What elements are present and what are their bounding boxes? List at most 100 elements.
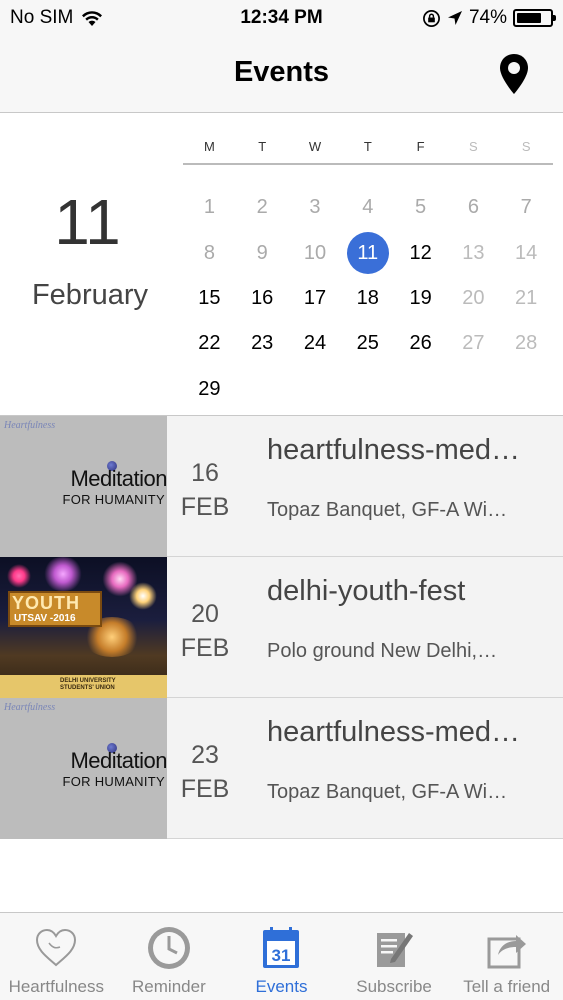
tab-heartfulness[interactable]: Heartfulness: [0, 913, 113, 1000]
weekday-label: T: [258, 139, 267, 154]
calendar-day[interactable]: 17: [289, 276, 342, 321]
calendar-day-number: 23: [251, 332, 274, 355]
event-venue: Topaz Banquet, GF-A Wi…: [267, 499, 508, 521]
calendar-day[interactable]: 14: [500, 230, 553, 275]
calendar-day[interactable]: 15: [183, 276, 236, 321]
calendar-day[interactable]: 8: [183, 230, 236, 275]
tab-label: Tell a friend: [463, 977, 551, 996]
selected-month: February: [31, 279, 149, 311]
event-venue: Polo ground New Delhi,…: [267, 640, 498, 662]
location-arrow-icon: [447, 11, 462, 25]
weekday-label: M: [203, 139, 215, 154]
calendar-day[interactable]: 21: [500, 276, 553, 321]
calendar-day[interactable]: 6: [447, 185, 500, 230]
tab-subscribe[interactable]: Subscribe: [338, 913, 451, 1000]
calendar-day-number: 22: [198, 332, 221, 355]
firework-graphic: [6, 563, 32, 589]
status-right: 74%: [422, 7, 556, 29]
calendar-day-number: 10: [303, 241, 327, 264]
calendar-day-number: 5: [415, 196, 427, 219]
weekday-label: S: [469, 139, 478, 154]
calendar-day[interactable]: 26: [394, 321, 447, 366]
tab-label: Subscribe: [356, 977, 432, 996]
event-thumbnail: YOUTH UTSAV -2016 DELHI UNIVERSITY STUDE…: [0, 557, 167, 698]
thumbnail-footer-text: DELHI UNIVERSITY STUDENTS' UNION: [60, 678, 116, 691]
tab-bar: Heartfulness Reminder 31 Events Subscrib…: [0, 912, 563, 1000]
thumbnail-text: Meditation: [70, 748, 167, 773]
calendar-day[interactable]: 12: [394, 230, 447, 275]
calendar-day-number: 29: [198, 377, 221, 400]
map-pin-icon[interactable]: [497, 52, 531, 96]
calendar-day[interactable]: 27: [447, 321, 500, 366]
share-icon: [487, 935, 526, 969]
navigation-bar: Events: [0, 36, 563, 113]
event-month: FEB: [180, 775, 230, 803]
compose-icon: [377, 933, 414, 967]
event-thumbnail: Heartfulness Meditation FOR HUMANITY: [0, 416, 167, 557]
event-row[interactable]: Heartfulness Meditation FOR HUMANITY 23 …: [0, 698, 563, 839]
tab-tell-a-friend[interactable]: Tell a friend: [450, 913, 563, 1000]
calendar-day[interactable]: 2: [236, 185, 289, 230]
event-date: 20 FEB: [170, 597, 240, 665]
thumbnail-text: Meditation: [70, 466, 167, 491]
calendar-day[interactable]: 19: [394, 276, 447, 321]
firework-graphic: [40, 557, 86, 591]
event-title: heartfulness-med…: [267, 434, 521, 466]
calendar-day[interactable]: 7: [500, 185, 553, 230]
event-venue: Topaz Banquet, GF-A Wi…: [267, 781, 508, 803]
calendar-day-number: 25: [356, 332, 379, 355]
calendar-day[interactable]: 4: [341, 185, 394, 230]
calendar-day-number: 21: [515, 286, 538, 309]
calendar-day-number: 12: [409, 241, 432, 264]
event-day: 20: [191, 600, 219, 628]
weekday-label: T: [363, 139, 372, 154]
event-title: delhi-youth-fest: [267, 575, 466, 607]
calendar-day[interactable]: 9: [236, 230, 289, 275]
calendar-day-number: 24: [303, 332, 327, 355]
calendar-day-number: 3: [309, 196, 321, 219]
calendar-day[interactable]: 1: [183, 185, 236, 230]
calendar-day-number: 7: [520, 196, 532, 219]
thumbnail-subtext: UTSAV -2016: [14, 613, 76, 624]
calendar-day[interactable]: 24: [289, 321, 342, 366]
calendar-day-number: 18: [356, 286, 379, 309]
calendar-day[interactable]: 5: [394, 185, 447, 230]
calendar-day-number: 16: [251, 286, 274, 309]
heartfulness-logo: Heartfulness: [4, 702, 56, 713]
weekday-header: MTWTFSS: [183, 139, 553, 165]
calendar-day[interactable]: 3: [289, 185, 342, 230]
event-row[interactable]: YOUTH UTSAV -2016 DELHI UNIVERSITY STUDE…: [0, 557, 563, 698]
calendar-day-number: 20: [462, 286, 485, 309]
calendar: 11 February MTWTFSS 1 2 3 4 5 6 7 8 9 10 11 12 13 14 1…: [0, 113, 563, 416]
calendar-day[interactable]: 18: [341, 276, 394, 321]
heartfulness-logo: Heartfulness: [4, 420, 56, 431]
event-row[interactable]: Heartfulness Meditation FOR HUMANITY 16 …: [0, 416, 563, 557]
calendar-day[interactable]: 29: [183, 367, 236, 412]
calendar-day[interactable]: 22: [183, 321, 236, 366]
tab-label: Reminder: [132, 977, 206, 996]
calendar-day-number: 17: [303, 286, 327, 309]
calendar-icon: 31: [263, 927, 300, 968]
calendar-day[interactable]: 20: [447, 276, 500, 321]
tab-label: Events: [255, 977, 308, 996]
calendar-day[interactable]: 28: [500, 321, 553, 366]
weekday-label: S: [521, 139, 531, 154]
calendar-day[interactable]: 16: [236, 276, 289, 321]
calendar-day[interactable]: 13: [447, 230, 500, 275]
calendar-day-number: 11: [357, 241, 379, 264]
calendar-day-number: 15: [198, 286, 221, 309]
event-thumbnail: Heartfulness Meditation FOR HUMANITY: [0, 698, 167, 839]
firework-graphic: [128, 581, 158, 611]
tab-events[interactable]: 31 Events: [225, 913, 338, 1000]
calendar-day[interactable]: 23: [236, 321, 289, 366]
calendar-day[interactable]: 25: [341, 321, 394, 366]
clock-icon: [147, 927, 190, 969]
page-title: Events: [233, 56, 330, 88]
calendar-badge: 31: [272, 946, 291, 965]
calendar-day[interactable]: 10: [289, 230, 342, 275]
battery-level: [517, 13, 541, 23]
calendar-day-number: 14: [515, 241, 538, 264]
calendar-day-number: 1: [203, 196, 215, 219]
tab-reminder[interactable]: Reminder: [113, 913, 226, 1000]
calendar-day-selected[interactable]: 11: [341, 230, 394, 275]
